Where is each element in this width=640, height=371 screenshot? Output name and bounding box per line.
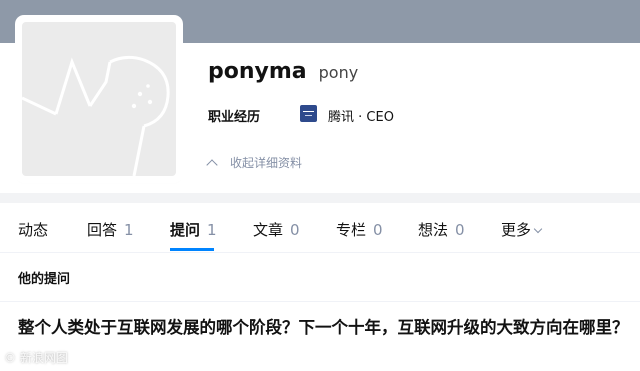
tab-label: 提问 [170, 221, 201, 239]
tab-label: 回答 [87, 221, 118, 239]
career-label: 职业经历 [208, 110, 261, 125]
default-avatar-image [22, 22, 176, 176]
dog-avatar-icon [22, 55, 170, 176]
company-position: 腾讯 · CEO [328, 110, 394, 125]
name-row: ponyma pony [208, 59, 358, 93]
tab-pins[interactable]: 想法 0 [418, 219, 465, 240]
collapse-details-label: 收起详细资料 [230, 156, 303, 170]
tab-label: 想法 [418, 221, 449, 239]
section-title: 他的提问 [18, 272, 71, 287]
collapse-details-button[interactable]: 收起详细资料 [206, 154, 303, 171]
avatar[interactable] [18, 18, 180, 180]
tab-count: 0 [290, 221, 300, 239]
divider [0, 301, 640, 302]
chevron-down-icon [533, 224, 543, 234]
tab-count: 0 [455, 221, 465, 239]
question-title-link[interactable]: 整个人类处于互联网发展的哪个阶段？下一个十年，互联网升级的大致方向在哪里？ [18, 315, 630, 341]
tab-more[interactable]: 更多 [501, 219, 543, 240]
tab-activities[interactable]: 动态 [18, 219, 48, 240]
tab-questions[interactable]: 提问 1 [170, 219, 217, 240]
tab-label: 文章 [253, 221, 284, 239]
tab-count: 0 [373, 221, 383, 239]
profile-name: ponyma [208, 59, 307, 84]
tab-count: 1 [124, 221, 134, 239]
tab-label: 专栏 [336, 221, 367, 239]
company-logo-icon [300, 105, 317, 122]
active-tab-indicator [170, 248, 214, 251]
tab-answers[interactable]: 回答 1 [87, 219, 134, 240]
chevron-up-icon [206, 158, 218, 171]
tab-articles[interactable]: 文章 0 [253, 219, 300, 240]
tab-label: 动态 [18, 221, 49, 239]
tab-label: 更多 [501, 221, 532, 239]
tab-columns[interactable]: 专栏 0 [336, 219, 383, 240]
tab-count: 1 [207, 221, 217, 239]
watermark: © 新浪网图 [4, 351, 68, 365]
profile-headline: pony [318, 63, 359, 82]
questions-section: 他的提问 整个人类处于互联网发展的哪个阶段？下一个十年，互联网升级的大致方向在哪… [0, 253, 640, 371]
profile-tabs: 动态 回答 1 提问 1 文章 0 专栏 0 想法 0 更多 [0, 203, 640, 253]
